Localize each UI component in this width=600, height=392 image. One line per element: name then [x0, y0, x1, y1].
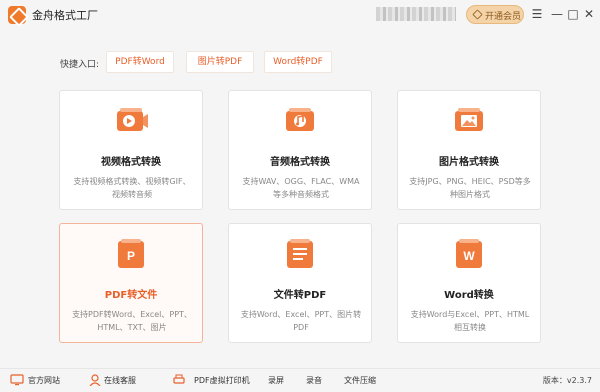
card-title: Word转换 [444, 290, 494, 301]
card-description: 支持Word、Excel、PPT、图片转PDF [240, 310, 362, 332]
app-title: 金舟格式工厂 [32, 9, 98, 22]
card-description: 支持视频格式转换、视频转GIF、视频转音频 [73, 177, 191, 199]
app-logo-icon [8, 6, 26, 24]
diamond-icon [472, 9, 483, 20]
audio-icon [286, 108, 314, 131]
vip-button-label: 开通会员 [485, 12, 522, 22]
footer-file-compress[interactable]: 文件压缩 [344, 374, 376, 388]
monitor-icon [10, 374, 24, 386]
quick-word-to-pdf-button[interactable]: Word转PDF [264, 51, 332, 73]
video-icon [117, 108, 148, 131]
card-title: 图片格式转换 [439, 157, 499, 168]
footer-official-site[interactable]: 官方网站 [28, 374, 60, 388]
card-description: 支持Word与Excel、PPT、HTML相互转换 [410, 310, 530, 332]
card-title: 文件转PDF [273, 290, 327, 301]
card-description: 支持PDF转Word、Excel、PPT、HTML、TXT、图片 [72, 310, 192, 332]
menu-icon[interactable]: ☰ [530, 7, 544, 21]
card-description: 支持WAV、OGG、FLAC、WMA等多种音频格式 [242, 177, 360, 199]
footer-screen-record[interactable]: 录屏 [268, 374, 284, 388]
card-description: 支持JPG、PNG、HEIC、PSD等多种图片格式 [409, 177, 531, 199]
vip-button[interactable]: 开通会员 [466, 5, 524, 24]
quick-image-to-pdf-button[interactable]: 图片转PDF [186, 51, 254, 73]
card-word-convert[interactable]: W Word转换 支持Word与Excel、PPT、HTML相互转换 [397, 223, 541, 343]
card-title: PDF转文件 [104, 290, 158, 301]
svg-text:W: W [463, 249, 475, 263]
headset-icon [89, 374, 101, 386]
card-title: 视频格式转换 [101, 157, 161, 168]
card-file-to-pdf[interactable]: 文件转PDF 支持Word、Excel、PPT、图片转PDF [228, 223, 372, 343]
document-icon [287, 239, 313, 268]
user-account-blurred[interactable] [376, 7, 456, 21]
image-icon [455, 108, 483, 131]
pdf-icon: P [118, 239, 144, 268]
card-pdf-to-file[interactable]: P PDF转文件 支持PDF转Word、Excel、PPT、HTML、TXT、图… [59, 223, 203, 343]
card-audio-convert[interactable]: 音频格式转换 支持WAV、OGG、FLAC、WMA等多种音频格式 [228, 90, 372, 210]
footer-bar: 官方网站 在线客服 PDF虚拟打印机 录屏 录音 文件压缩 版本：v2.3.7 [0, 368, 600, 392]
close-icon[interactable]: ✕ [582, 7, 596, 21]
footer-online-service[interactable]: 在线客服 [104, 374, 136, 388]
card-title: 音频格式转换 [270, 157, 330, 168]
word-icon: W [456, 239, 482, 268]
version-label: 版本：v2.3.7 [542, 376, 592, 385]
card-video-convert[interactable]: 视频格式转换 支持视频格式转换、视频转GIF、视频转音频 [59, 90, 203, 210]
quick-pdf-to-word-button[interactable]: PDF转Word [106, 51, 174, 73]
footer-audio-record[interactable]: 录音 [306, 374, 322, 388]
maximize-icon[interactable]: □ [566, 7, 580, 21]
quick-entry-label: 快捷入口: [60, 60, 100, 70]
footer-pdf-printer[interactable]: PDF虚拟打印机 [194, 374, 250, 388]
minimize-icon[interactable]: — [550, 7, 564, 21]
card-image-convert[interactable]: 图片格式转换 支持JPG、PNG、HEIC、PSD等多种图片格式 [397, 90, 541, 210]
title-bar: 金舟格式工厂 开通会员 ☰ — □ ✕ [0, 0, 600, 30]
svg-text:P: P [127, 249, 135, 263]
printer-icon [173, 374, 185, 384]
